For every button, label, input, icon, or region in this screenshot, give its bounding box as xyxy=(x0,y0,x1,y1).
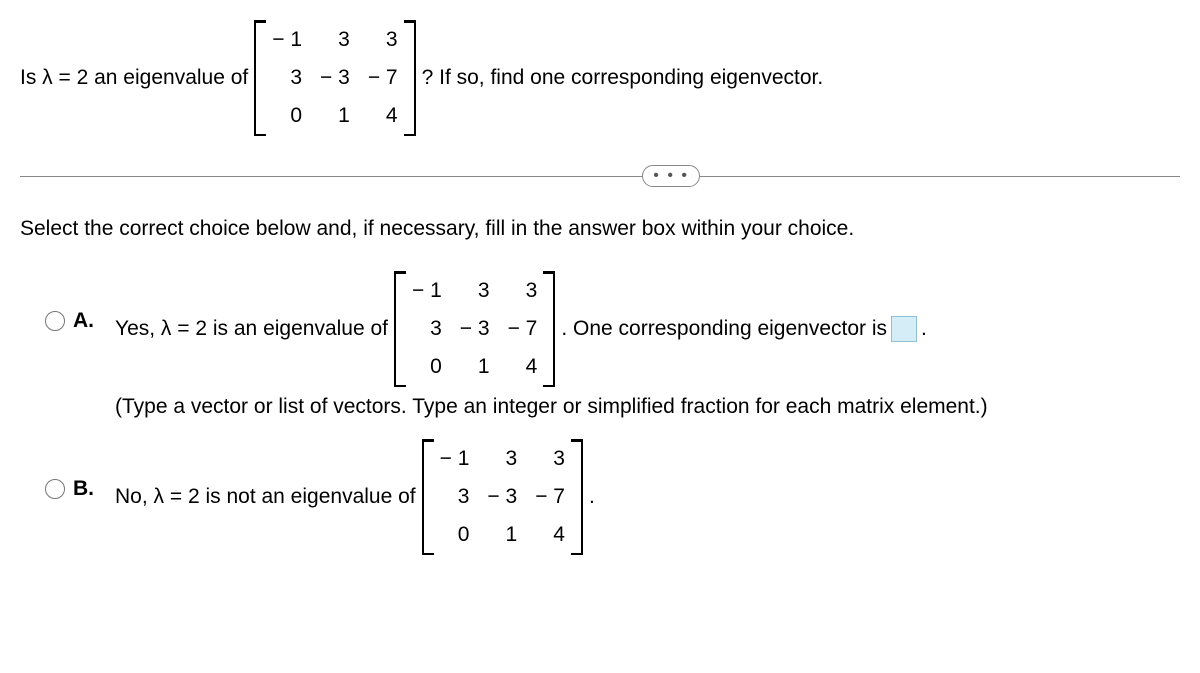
matrix-cell: 3 xyxy=(386,28,398,52)
matrix-cell: 4 xyxy=(553,523,565,547)
matrix-body: − 1 3 3 3 − 3 − 7 0 1 4 xyxy=(264,20,405,136)
question-row: Is λ = 2 an eigenvalue of − 1 3 3 3 − 3 … xyxy=(20,20,1180,136)
choice-a-hint: (Type a vector or list of vectors. Type … xyxy=(115,395,1180,419)
matrix-cell: 1 xyxy=(338,104,350,128)
choice-a-matrix: − 1 3 3 3 − 3 − 7 0 1 4 xyxy=(394,271,555,387)
choice-b-body: No, λ = 2 is not an eigenvalue of − 1 3 … xyxy=(115,439,1180,555)
choice-a-radio[interactable] xyxy=(45,311,65,331)
divider xyxy=(20,176,1180,177)
bracket-right xyxy=(545,271,555,387)
matrix-body: − 1 3 3 3 − 3 − 7 0 1 4 xyxy=(404,271,545,387)
matrix-cell: 3 xyxy=(478,279,490,303)
choice-b-line: No, λ = 2 is not an eigenvalue of − 1 3 … xyxy=(115,439,1180,555)
choice-b-period: . xyxy=(589,485,595,509)
matrix-cell: 3 xyxy=(458,485,470,509)
choice-a-line: Yes, λ = 2 is an eigenvalue of − 1 3 3 3… xyxy=(115,271,1180,387)
choice-b-radio[interactable] xyxy=(45,479,65,499)
bracket-right xyxy=(406,20,416,136)
choice-b-letter: B. xyxy=(73,477,94,501)
eigenvector-input[interactable] xyxy=(891,316,917,342)
choice-b-matrix: − 1 3 3 3 − 3 − 7 0 1 4 xyxy=(422,439,583,555)
matrix-cell: − 7 xyxy=(535,485,565,509)
choices-group: A. Yes, λ = 2 is an eigenvalue of − 1 3 … xyxy=(20,271,1180,555)
matrix-cell: 3 xyxy=(290,66,302,90)
choice-b-text-before: No, λ = 2 is not an eigenvalue of xyxy=(115,485,416,509)
matrix-cell: 4 xyxy=(386,104,398,128)
choice-a-text-before: Yes, λ = 2 is an eigenvalue of xyxy=(115,317,388,341)
choice-a-radio-col: A. xyxy=(45,309,115,333)
matrix-cell: − 1 xyxy=(440,447,470,471)
question-prefix: Is λ = 2 an eigenvalue of xyxy=(20,66,248,90)
matrix-cell: 4 xyxy=(526,355,538,379)
choice-a: A. Yes, λ = 2 is an eigenvalue of − 1 3 … xyxy=(45,271,1180,419)
matrix-cell: − 7 xyxy=(368,66,398,90)
divider-wrap: • • • xyxy=(20,176,1180,177)
bracket-right xyxy=(573,439,583,555)
matrix-body: − 1 3 3 3 − 3 − 7 0 1 4 xyxy=(432,439,573,555)
more-options-button[interactable]: • • • xyxy=(642,165,700,187)
matrix-cell: 3 xyxy=(506,447,518,471)
matrix-cell: 1 xyxy=(506,523,518,547)
matrix-cell: − 3 xyxy=(487,485,517,509)
bracket-left xyxy=(422,439,432,555)
matrix-cell: − 1 xyxy=(272,28,302,52)
matrix-cell: 3 xyxy=(526,279,538,303)
matrix-cell: 0 xyxy=(290,104,302,128)
choice-a-body: Yes, λ = 2 is an eigenvalue of − 1 3 3 3… xyxy=(115,271,1180,419)
bracket-left xyxy=(394,271,404,387)
question-suffix: ? If so, find one corresponding eigenvec… xyxy=(422,66,824,90)
matrix-cell: − 7 xyxy=(508,317,538,341)
bracket-left xyxy=(254,20,264,136)
matrix-cell: − 1 xyxy=(412,279,442,303)
matrix-cell: 3 xyxy=(553,447,565,471)
matrix-cell: 3 xyxy=(338,28,350,52)
matrix-cell: 0 xyxy=(458,523,470,547)
matrix-cell: 3 xyxy=(430,317,442,341)
choice-a-letter: A. xyxy=(73,309,94,333)
question-matrix: − 1 3 3 3 − 3 − 7 0 1 4 xyxy=(254,20,415,136)
matrix-cell: 1 xyxy=(478,355,490,379)
matrix-cell: − 3 xyxy=(320,66,350,90)
matrix-cell: 0 xyxy=(430,355,442,379)
instruction-text: Select the correct choice below and, if … xyxy=(20,217,1180,241)
choice-b: B. No, λ = 2 is not an eigenvalue of − 1… xyxy=(45,439,1180,555)
choice-a-text-after: . One corresponding eigenvector is xyxy=(561,317,887,341)
matrix-cell: − 3 xyxy=(460,317,490,341)
choice-a-period: . xyxy=(921,317,927,341)
choice-b-radio-col: B. xyxy=(45,477,115,501)
